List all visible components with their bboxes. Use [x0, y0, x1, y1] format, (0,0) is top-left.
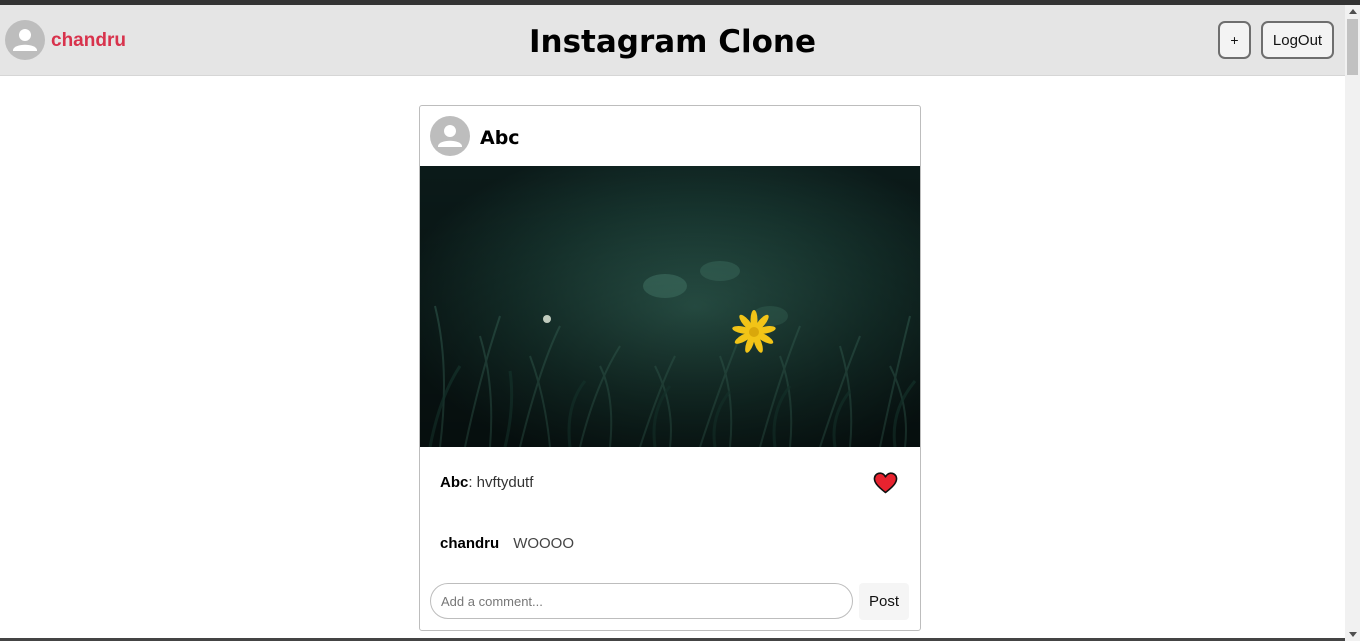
post-comment-button[interactable]: Post: [859, 583, 909, 620]
caption-author: Abc: [440, 474, 469, 491]
app-title: Instagram Clone: [528, 24, 817, 60]
post-caption: Abc: hvftydutf: [440, 474, 533, 491]
scrollbar-thumb[interactable]: [1347, 19, 1358, 75]
add-post-button[interactable]: +: [1218, 21, 1251, 59]
page-scrollbar[interactable]: [1345, 5, 1360, 641]
scroll-down-arrow-icon[interactable]: [1349, 632, 1357, 637]
scroll-up-arrow-icon[interactable]: [1349, 9, 1357, 14]
post-author-name[interactable]: Abc: [480, 127, 520, 149]
comment-user[interactable]: chandru: [440, 535, 499, 552]
comment-input[interactable]: [430, 583, 853, 619]
like-heart-icon[interactable]: [873, 472, 898, 494]
comment-text: WOOOO: [513, 535, 575, 552]
post-author-avatar-icon[interactable]: [430, 116, 470, 156]
logout-button[interactable]: LogOut: [1261, 21, 1334, 59]
post-image: [420, 166, 920, 447]
comment-item: chandru WOOOO: [440, 535, 574, 552]
app-header: chandru Instagram Clone + LogOut: [0, 5, 1345, 76]
caption-text: : hvftydutf: [468, 474, 534, 491]
post-card: Abc Abc: hvftydutf chandru WOOOO Add a c…: [419, 105, 921, 631]
